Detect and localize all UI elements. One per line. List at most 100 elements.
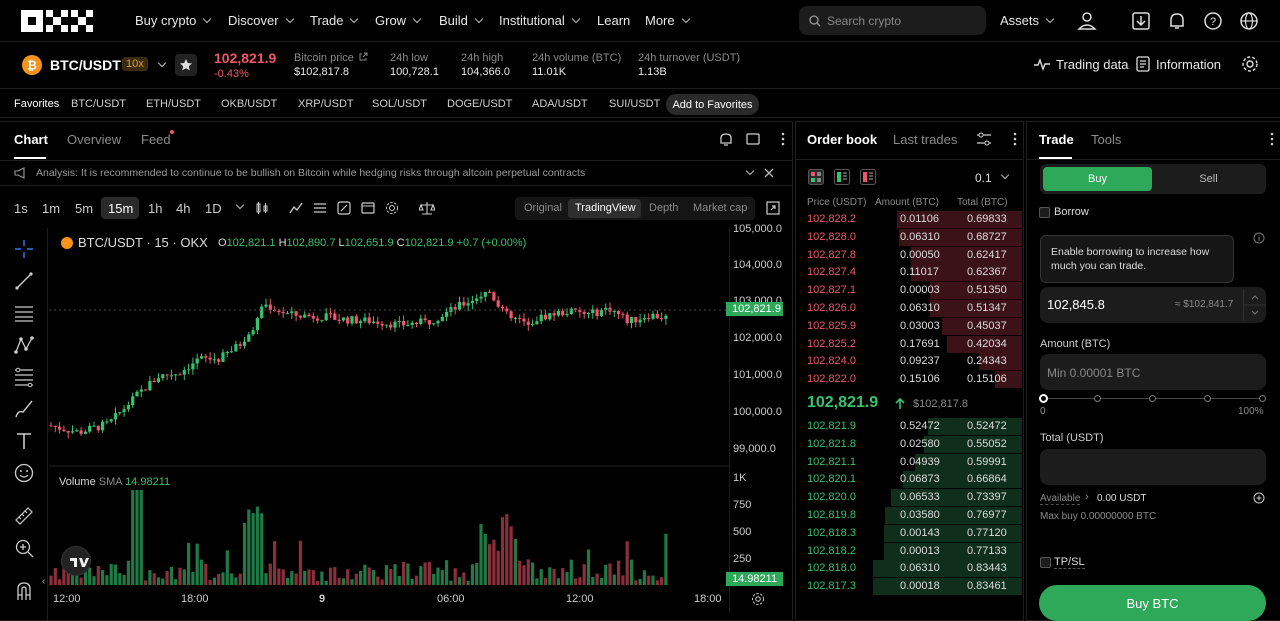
- add-funds-icon[interactable]: [1253, 492, 1265, 504]
- compare-scale-icon[interactable]: [419, 201, 435, 215]
- slider-step[interactable]: [1094, 395, 1101, 402]
- nav-more[interactable]: More: [645, 13, 690, 28]
- price-chart[interactable]: [49, 228, 729, 613]
- timeframe-15m[interactable]: 15m: [108, 201, 133, 216]
- list-icon[interactable]: [313, 201, 327, 215]
- zoom-in-icon[interactable]: [13, 537, 35, 559]
- ask-row[interactable]: 102,827.4 0.11017 0.62367: [804, 264, 1022, 282]
- nav-buy-crypto[interactable]: Buy crypto: [135, 13, 212, 28]
- ask-row[interactable]: 102,825.2 0.17691 0.42034: [804, 335, 1022, 353]
- more-vertical-icon[interactable]: [1270, 132, 1274, 146]
- ask-row[interactable]: 102,822.0 0.15106 0.15106: [804, 371, 1022, 389]
- timeframe-1d[interactable]: 1D: [205, 201, 222, 216]
- slider-step[interactable]: [1259, 395, 1266, 402]
- user-icon[interactable]: [1076, 10, 1098, 32]
- favorite-pair[interactable]: DOGE/USDT: [447, 98, 512, 110]
- more-vertical-icon[interactable]: [1013, 132, 1017, 146]
- favorite-pair[interactable]: OKB/USDT: [221, 98, 277, 110]
- trading-data-link[interactable]: Trading data: [1056, 57, 1129, 72]
- favorite-pair[interactable]: BTC/USDT: [71, 98, 126, 110]
- chart-settings-icon[interactable]: [751, 592, 765, 606]
- template-icon[interactable]: [361, 201, 375, 215]
- bid-row[interactable]: 102,817.3 0.00018 0.83461: [804, 578, 1022, 596]
- bid-row[interactable]: 102,821.9 0.52472 0.52472: [804, 418, 1022, 435]
- view-tradingview[interactable]: TradingView: [575, 202, 636, 214]
- tab-order-book[interactable]: Order book: [807, 132, 877, 147]
- gear-icon[interactable]: [1241, 55, 1259, 73]
- slider-handle[interactable]: [1039, 394, 1048, 403]
- fib-icon[interactable]: [13, 366, 35, 388]
- book-both-icon[interactable]: [808, 169, 824, 185]
- favorite-pair[interactable]: ADA/USDT: [532, 98, 588, 110]
- view-market-cap[interactable]: Market cap: [693, 202, 747, 214]
- slider-step[interactable]: [1149, 395, 1156, 402]
- tab-feed[interactable]: Feed: [141, 132, 171, 147]
- favorite-pair[interactable]: SUI/USDT: [609, 98, 660, 110]
- fullscreen-icon[interactable]: [766, 201, 780, 215]
- nav-grow[interactable]: Grow: [375, 13, 422, 28]
- brush-icon[interactable]: [13, 398, 35, 420]
- tab-last-trades[interactable]: Last trades: [893, 132, 957, 147]
- close-icon[interactable]: [764, 168, 774, 178]
- favorite-pair[interactable]: SOL/USDT: [372, 98, 427, 110]
- nav-discover[interactable]: Discover: [228, 13, 294, 28]
- bid-row[interactable]: 102,821.1 0.04939 0.59991: [804, 453, 1022, 471]
- bell-icon[interactable]: [1166, 10, 1188, 32]
- trendline-icon[interactable]: [13, 270, 35, 292]
- timeframe-4h[interactable]: 4h: [176, 201, 190, 216]
- drawing-icon[interactable]: [337, 201, 351, 215]
- collapse-toolbar-icon[interactable]: ‹: [42, 576, 45, 587]
- tab-trade[interactable]: Trade: [1039, 132, 1074, 147]
- favorite-pair[interactable]: ETH/USDT: [146, 98, 201, 110]
- tpsl-checkbox[interactable]: [1040, 557, 1051, 568]
- candlestick-type-icon[interactable]: [255, 201, 269, 215]
- magnet-icon[interactable]: [13, 580, 35, 602]
- view-original[interactable]: Original: [524, 202, 562, 214]
- nav-learn[interactable]: Learn: [597, 13, 630, 28]
- add-to-favorites-button[interactable]: Add to Favorites: [666, 94, 759, 115]
- analysis-text[interactable]: Analysis: It is recommended to continue …: [36, 167, 585, 179]
- bid-row[interactable]: 102,818.0 0.06310 0.83443: [804, 560, 1022, 578]
- tab-tools[interactable]: Tools: [1091, 132, 1121, 147]
- ask-row[interactable]: 102,825.9 0.03003 0.45037: [804, 317, 1022, 335]
- nav-institutional[interactable]: Institutional: [499, 13, 581, 28]
- ask-row[interactable]: 102,828.0 0.06310 0.68727: [804, 228, 1022, 246]
- ask-row[interactable]: 102,826.0 0.06310 0.51347: [804, 300, 1022, 317]
- borrow-checkbox[interactable]: [1039, 207, 1050, 218]
- pulse-icon[interactable]: [1034, 57, 1050, 71]
- buy-btc-button[interactable]: Buy BTC: [1039, 585, 1266, 621]
- okx-logo[interactable]: [21, 10, 93, 32]
- total-input[interactable]: [1040, 449, 1266, 485]
- timeframe-1s[interactable]: 1s: [14, 201, 28, 216]
- tab-chart[interactable]: Chart: [14, 132, 48, 147]
- external-link-icon[interactable]: [358, 52, 368, 62]
- ask-row[interactable]: 102,827.1 0.00003 0.51350: [804, 282, 1022, 300]
- price-stepper[interactable]: [1243, 289, 1266, 321]
- nav-build[interactable]: Build: [439, 13, 484, 28]
- bid-row[interactable]: 102,821.8 0.02580 0.55052: [804, 435, 1022, 453]
- bid-row[interactable]: 102,819.8 0.03580 0.76977: [804, 507, 1022, 524]
- price-input-value[interactable]: 102,845.8: [1047, 297, 1105, 312]
- assets-menu[interactable]: Assets: [1000, 13, 1055, 28]
- filter-icon[interactable]: [976, 132, 992, 146]
- globe-icon[interactable]: [1238, 10, 1260, 32]
- emoji-icon[interactable]: [13, 462, 35, 484]
- bid-row[interactable]: 102,820.1 0.06873 0.66864: [804, 471, 1022, 489]
- pair-name[interactable]: BTC/USDT: [50, 57, 121, 73]
- view-depth[interactable]: Depth: [649, 202, 678, 214]
- ruler-icon[interactable]: [13, 505, 35, 527]
- information-link[interactable]: Information: [1156, 57, 1221, 72]
- download-icon[interactable]: [1130, 10, 1152, 32]
- nav-trade[interactable]: Trade: [310, 13, 359, 28]
- tab-overview[interactable]: Overview: [67, 132, 121, 147]
- favorite-pair[interactable]: XRP/USDT: [298, 98, 354, 110]
- chevron-down-icon[interactable]: [157, 58, 167, 68]
- more-vertical-icon[interactable]: [781, 132, 785, 146]
- search-input[interactable]: Search crypto: [799, 6, 986, 35]
- precision-select[interactable]: 0.1: [975, 171, 992, 185]
- ask-row[interactable]: 102,828.2 0.01106 0.69833: [804, 211, 1022, 228]
- text-icon[interactable]: [13, 430, 35, 452]
- book-bids-icon[interactable]: [834, 169, 850, 185]
- window-icon[interactable]: [746, 133, 760, 145]
- slider-step[interactable]: [1204, 395, 1211, 402]
